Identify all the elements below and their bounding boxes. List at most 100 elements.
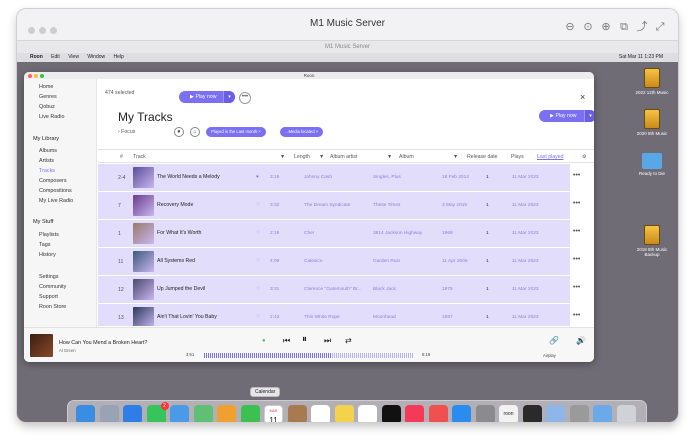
sidebar-item-genres[interactable]: Genres (39, 94, 57, 100)
sidebar-item-albums[interactable]: Albums (39, 148, 57, 154)
appstore-icon[interactable] (452, 405, 471, 422)
desktop-drive-1[interactable]: 2022 12th Music (632, 68, 672, 95)
settings-icon[interactable] (475, 405, 495, 422)
table-row[interactable]: 7 Recovery Mode ♡ 3:32 The Dream Syndicate Th… (98, 192, 594, 219)
heart-outline-icon[interactable]: ♡ (256, 315, 260, 320)
airplay-link-icon[interactable]: 🔗 (549, 336, 559, 345)
gear-icon[interactable]: ⚙ (582, 154, 587, 160)
track-artist[interactable]: The Dream Syndicate (304, 203, 350, 208)
remote-icon[interactable]: ⧉ (616, 21, 632, 34)
album-art[interactable] (133, 279, 154, 300)
zoom-out-icon[interactable]: ⊖ (562, 20, 578, 33)
track-artist[interactable]: Clarence "Gatemouth" Br... (304, 287, 362, 292)
sidebar-item-settings[interactable]: Settings (39, 274, 58, 280)
contacts-icon[interactable] (287, 405, 307, 422)
preview-icon[interactable] (546, 405, 565, 422)
seek-waveform[interactable] (204, 353, 414, 358)
table-row[interactable]: 2-4 The World Needs a Melody ♥ 3:19 Johnny C… (98, 164, 594, 191)
track-title[interactable]: Up Jumped the Devil (157, 286, 205, 292)
sidebar-item-qobuz[interactable]: Qobuz (39, 104, 55, 110)
track-artist[interactable]: Thin White Rope (304, 315, 340, 320)
close-window-icon[interactable] (28, 74, 32, 78)
row-menu-icon[interactable]: ••• (573, 256, 580, 263)
album-art[interactable] (133, 251, 154, 272)
filter-icon[interactable]: ▼ (280, 154, 285, 160)
minimize-window-icon[interactable] (34, 74, 38, 78)
close-icon[interactable]: × (316, 129, 318, 134)
zone-label[interactable]: Airplay (543, 353, 556, 358)
downloads-folder-icon[interactable] (593, 405, 612, 422)
heart-filled-icon[interactable]: ♥ (256, 175, 259, 180)
zoom-fit-icon[interactable]: ⊙ (580, 20, 596, 33)
messages-icon[interactable]: 2 (146, 402, 169, 422)
column-num[interactable]: # (120, 154, 123, 160)
safari-icon[interactable] (123, 405, 142, 422)
sidebar-item-artists[interactable]: Artists (39, 158, 54, 164)
sidebar-item-history[interactable]: History (39, 252, 56, 258)
track-title[interactable]: Ain't That Lovin' You Baby (157, 314, 217, 320)
track-artist[interactable]: Johnny Cash (304, 175, 332, 180)
desktop-drive-2[interactable]: 2020 8th Music (632, 109, 672, 136)
sidebar-item-home[interactable]: Home (39, 84, 53, 90)
volume-icon[interactable]: 🔊 (576, 336, 586, 345)
track-title[interactable]: For What It's Worth (157, 230, 201, 236)
more-options-button[interactable]: ••• (239, 92, 251, 104)
fullscreen-icon[interactable]: ⤢ (652, 21, 668, 34)
screenshot-icon[interactable] (569, 405, 589, 422)
heart-outline-icon[interactable]: ♡ (256, 259, 260, 264)
quicktime-icon[interactable] (522, 405, 542, 422)
desktop-drive-3[interactable]: 2018 8th Music Backup (632, 225, 672, 257)
mail-icon[interactable] (170, 405, 189, 422)
track-album[interactable]: 3614 Jackson Highway (373, 231, 422, 236)
notes-icon[interactable] (334, 405, 354, 422)
chevron-down-icon[interactable]: ▾ (584, 110, 594, 122)
play-now-button[interactable]: ▶ Play now ▾ (539, 110, 594, 122)
zoom-in-icon[interactable]: ⊕ (598, 20, 614, 33)
row-menu-icon[interactable]: ••• (573, 200, 580, 207)
sidebar-item-tracks[interactable]: Tracks (39, 168, 55, 174)
menu-view[interactable]: View (68, 54, 79, 60)
sidebar-item-roon-store[interactable]: Roon Store (39, 304, 66, 310)
track-album[interactable]: Singles, Plus (373, 175, 401, 180)
sidebar-item-compositions[interactable]: Compositions (39, 188, 72, 194)
filter-chip-media[interactable]: ...Media located × (280, 127, 324, 137)
maximize-window-icon[interactable] (40, 74, 44, 78)
table-row[interactable]: 13 Ain't That Lovin' You Baby ♡ 2:43 Thin Wh… (98, 304, 594, 326)
desktop-folder[interactable]: Ready to Die (632, 153, 672, 176)
radio-icon[interactable]: ⇄ (345, 336, 352, 345)
table-row[interactable]: 11 All Systems Red ♡ 4:09 Calexico Garden Rui… (98, 248, 594, 275)
previous-icon[interactable]: ⏮ (283, 336, 290, 346)
track-artist[interactable]: Calexico (304, 259, 322, 264)
finder-icon[interactable] (76, 405, 95, 422)
trash-icon[interactable] (616, 405, 636, 422)
reminders-icon[interactable] (311, 405, 330, 422)
album-art[interactable] (133, 223, 154, 244)
menu-help[interactable]: Help (114, 54, 124, 60)
filter-icon[interactable]: ▼ (453, 154, 458, 160)
facetime-icon[interactable] (240, 405, 260, 422)
album-art[interactable] (133, 167, 154, 188)
sidebar-item-community[interactable]: Community (39, 284, 66, 290)
column-release-date[interactable]: Release date (467, 154, 498, 160)
favorite-filter-icon[interactable]: ♥ (174, 127, 184, 137)
sidebar-item-live-radio[interactable]: Live Radio (39, 114, 64, 120)
photos-icon[interactable] (217, 405, 236, 422)
sidebar-item-playlists[interactable]: Playlists (39, 232, 59, 238)
next-icon[interactable]: ⏭ (324, 336, 331, 346)
share-icon[interactable]: ⤴ (634, 18, 650, 34)
table-row[interactable]: 1 For What It's Worth ♡ 2:19 Cher 3614 Jackso… (98, 220, 594, 247)
maps-icon[interactable] (193, 405, 213, 422)
column-track[interactable]: Track (133, 154, 146, 160)
track-title[interactable]: All Systems Red (157, 258, 195, 264)
row-menu-icon[interactable]: ••• (573, 228, 580, 235)
column-last-played[interactable]: Last played (537, 154, 564, 160)
track-album[interactable]: Moonhead (373, 315, 396, 320)
track-album[interactable]: Black Jack (373, 287, 396, 292)
filter-icon[interactable]: ▼ (387, 154, 392, 160)
menu-window[interactable]: Window (87, 54, 105, 60)
freeform-icon[interactable] (358, 405, 377, 422)
sidebar-item-my-live-radio[interactable]: My Live Radio (39, 198, 73, 204)
tv-icon[interactable] (381, 405, 401, 422)
launchpad-icon[interactable] (99, 405, 119, 422)
sidebar-item-composers[interactable]: Composers (39, 178, 67, 184)
